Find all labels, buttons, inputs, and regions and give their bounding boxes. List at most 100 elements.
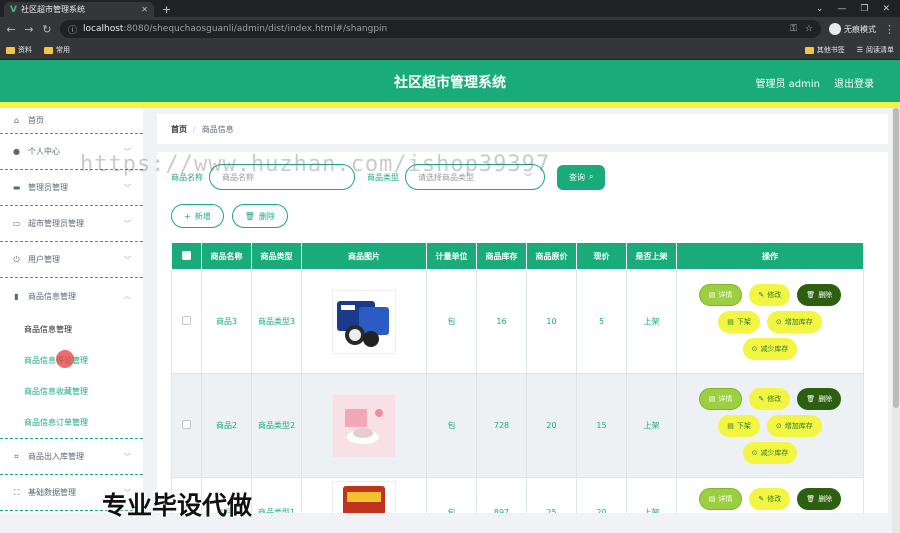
bookmarks-bar: 资料 常用 其他书签 ☰ 阅读清单 (0, 41, 900, 60)
minimize-icon[interactable]: — (837, 4, 846, 14)
sidebar-item-admin[interactable]: ▬ 管理员管理 ﹀ (0, 170, 143, 206)
browser-tab[interactable]: V 社区超市管理系统 ✕ (4, 2, 154, 17)
name-filter-input[interactable]: 商品名称 (209, 164, 355, 190)
address-bar[interactable]: ⓘ localhost:8080/shequchaosguanli/admin/… (60, 20, 821, 38)
forward-icon[interactable]: → (24, 23, 34, 36)
submenu-products: 商品信息管理 商品信息评论管理 商品信息收藏管理 商品信息订单管理 (0, 314, 143, 439)
user-label: 管理员 admin (755, 79, 820, 90)
select-all-checkbox[interactable] (182, 250, 191, 260)
chevron-down-icon: ﹀ (124, 147, 131, 156)
sidebar-subitem-product-orders[interactable]: 商品信息订单管理 (0, 407, 143, 438)
cell-name: 商品3 (201, 269, 252, 374)
sidebar-item-stock-io[interactable]: ⌗ 商品出入库管理 ﹀ (0, 439, 143, 475)
cell-type: 商品类型1 (251, 477, 302, 513)
column-header: 是否上架 (626, 242, 677, 270)
home-icon: ⌂ (13, 116, 20, 125)
select-all-cell[interactable] (171, 242, 202, 270)
delete-button[interactable]: 🗑 删除 (797, 283, 842, 306)
delete-button[interactable]: 🗑 删除 (797, 488, 842, 510)
menu-dots-icon[interactable]: ⋮ (884, 23, 895, 36)
sidebar-subitem-product-favorites[interactable]: 商品信息收藏管理 (0, 376, 143, 407)
row-checkbox[interactable] (182, 316, 191, 325)
detail-button[interactable]: ▤ 详情 (698, 488, 743, 510)
sidebar-item-products[interactable]: ▮ 商品信息管理 ︿ (0, 278, 143, 314)
add-stock-button[interactable]: ⊙ 增加库存 (766, 310, 822, 333)
off-shelf-button[interactable]: ▤ 下架 (718, 310, 760, 333)
breadcrumb: 首页 / 商品信息 (157, 114, 888, 144)
off-shelf-button[interactable]: ▤ 下架 (718, 414, 760, 437)
close-tab-icon[interactable]: ✕ (141, 5, 148, 14)
sidebar-subitem-product-info[interactable]: 商品信息管理 (0, 314, 143, 345)
tab-title: 社区超市管理系统 (20, 5, 85, 14)
user-icon: ● (13, 147, 20, 156)
window-controls: ⌄ — ❐ ✕ (816, 4, 900, 14)
doc-icon: ▤ (708, 394, 716, 403)
name-filter-label: 商品名称 (171, 172, 203, 182)
tab-search-icon[interactable]: ⌄ (816, 4, 824, 14)
query-button[interactable]: 查询 ⌕ (557, 164, 606, 190)
sidebar-item-profile[interactable]: ● 个人中心 ﹀ (0, 134, 143, 170)
sidebar-item-market-admin[interactable]: ▭ 超市管理员管理 ﹀ (0, 206, 143, 242)
reduce-stock-button[interactable]: ⊙ 减少库存 (742, 337, 798, 360)
row-checkbox[interactable] (182, 507, 191, 513)
cell-stock: 728 (476, 373, 527, 478)
column-header: 商品库存 (476, 242, 527, 270)
trash-icon: 🗑 (244, 211, 255, 221)
incognito-label: 无痕模式 (844, 24, 876, 34)
add-stock-button[interactable]: ⊙ 增加库存 (766, 414, 822, 437)
bookmark-item[interactable]: 常用 (44, 45, 70, 55)
sidebar-item-users[interactable]: ⏻ 用户管理 ﹀ (0, 242, 143, 278)
dessert-photo-icon (333, 394, 395, 457)
close-window-icon[interactable]: ✕ (882, 4, 890, 14)
page-scrollbar[interactable] (892, 108, 900, 533)
chevron-down-icon: ﹀ (124, 219, 131, 228)
delete-button[interactable]: 🗑 删除 (797, 387, 842, 410)
edit-button[interactable]: ✎ 修改 (749, 387, 791, 410)
sidebar-item-base-data[interactable]: ⛶ 基础数据管理 ﹀ (0, 475, 143, 511)
bookmark-item[interactable]: ☰ 阅读清单 (857, 45, 894, 55)
key-icon[interactable]: ⚿ (790, 24, 797, 34)
url-path: :8080/shequchaosguanli/admin/dist/index.… (123, 24, 388, 34)
cell-shelf: 上架 (626, 477, 677, 513)
new-tab-icon[interactable]: + (162, 3, 171, 16)
table-row: 商品3 商品类型3 包 16 10 5 上架 ▤ 详情 ✎ 修改 🗑 删除 ▤ … (171, 269, 864, 374)
cell-price: 15 (576, 373, 627, 478)
pin-icon: ⊙ (751, 448, 758, 457)
row-checkbox[interactable] (182, 420, 191, 429)
bookmark-item[interactable]: 其他书签 (804, 45, 845, 55)
cursor-highlight (56, 350, 74, 368)
pencil-icon: ✎ (758, 290, 765, 299)
action-row: + 新增 🗑 删除 (171, 204, 874, 228)
browser-toolbar: ← → ↻ ⓘ localhost:8080/shequchaosguanli/… (0, 17, 900, 41)
sidebar-item-home[interactable]: ⌂ 首页 (0, 108, 143, 134)
column-header: 商品原价 (526, 242, 577, 270)
detail-button[interactable]: ▤ 详情 (698, 387, 743, 410)
maximize-icon[interactable]: ❐ (860, 4, 868, 14)
edit-button[interactable]: ✎ 修改 (749, 488, 791, 510)
cell-unit: 包 (426, 269, 477, 374)
add-button[interactable]: + 新增 (171, 204, 224, 228)
batch-delete-button[interactable]: 🗑 删除 (231, 204, 288, 228)
scrollbar-thumb[interactable] (893, 108, 899, 408)
cell-unit: 包 (426, 373, 477, 478)
reduce-stock-button[interactable]: ⊙ 减少库存 (742, 441, 798, 464)
bookmark-star-icon[interactable]: ☆ (805, 24, 813, 34)
reload-icon[interactable]: ↻ (42, 23, 52, 36)
bookmark-item[interactable]: 资料 (6, 45, 32, 55)
logout-link[interactable]: 退出登录 (834, 75, 874, 90)
back-icon[interactable]: ← (6, 23, 16, 36)
column-header: 计量单位 (426, 242, 477, 270)
column-header: 现价 (576, 242, 627, 270)
edit-button[interactable]: ✎ 修改 (749, 283, 791, 306)
product-image (332, 480, 396, 513)
detail-button[interactable]: ▤ 详情 (698, 283, 743, 306)
chevron-up-icon: ︿ (124, 292, 131, 300)
breadcrumb-home[interactable]: 首页 (171, 124, 187, 135)
incognito-indicator[interactable]: 无痕模式 (829, 23, 876, 35)
pin-icon: ⊙ (751, 344, 758, 353)
info-icon[interactable]: ⓘ (68, 23, 77, 36)
card-icon: ▭ (12, 219, 21, 228)
trash-icon: 🗑 (806, 495, 816, 503)
cell-original-price: 25 (526, 477, 577, 513)
type-filter-select[interactable]: 请选择商品类型 ﹀ (405, 164, 545, 190)
